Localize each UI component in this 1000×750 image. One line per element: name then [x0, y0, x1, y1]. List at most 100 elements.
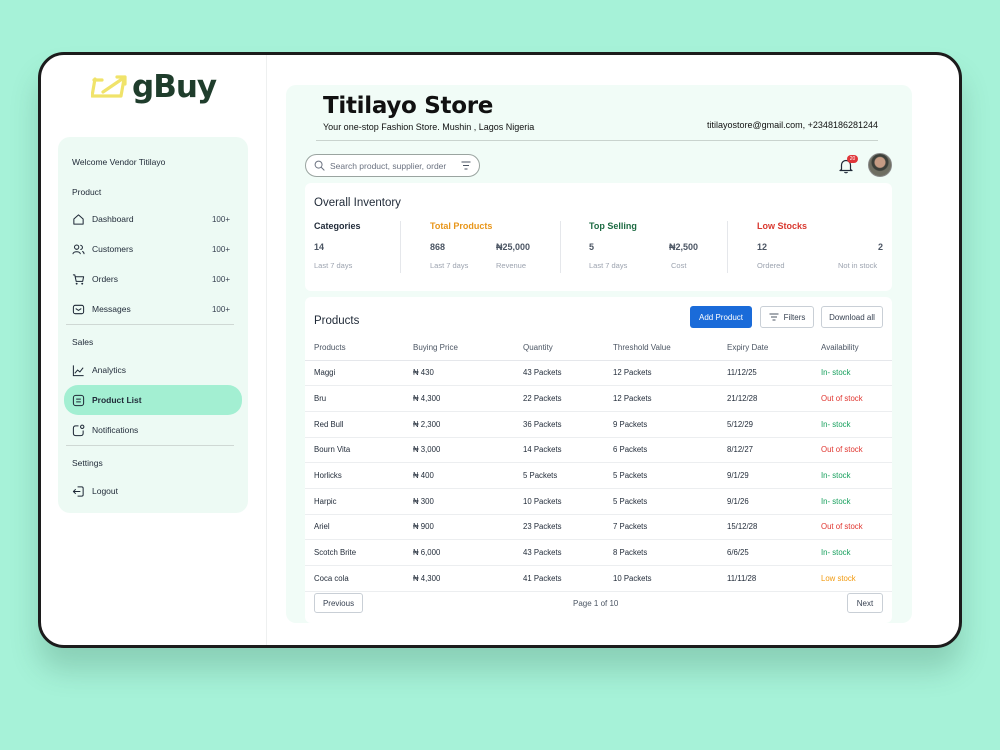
- availability-cell: Out of stock: [821, 385, 892, 412]
- sidebar-item-logout[interactable]: Logout: [64, 477, 242, 505]
- sidebar-item-label: Dashboard: [92, 214, 134, 224]
- download-all-button[interactable]: Download all: [821, 306, 883, 328]
- nav-divider: [66, 445, 234, 446]
- app-window: gBuy Welcome Vendor Titilayo Product Das…: [38, 52, 962, 648]
- filters-button[interactable]: Filters: [760, 306, 814, 328]
- buying-price-cell: ₦ 4,300: [413, 385, 515, 412]
- buying-price-cell: ₦ 4,300: [413, 565, 515, 592]
- table-row[interactable]: Red Bull ₦ 2,300 36 Packets 9 Packets 5/12/2…: [305, 411, 892, 438]
- filter-icon: [769, 313, 779, 321]
- sidebar-item-label: Notifications: [92, 425, 139, 435]
- table-row[interactable]: Harpic ₦ 300 10 Packets 5 Packets 9/1/26 In- …: [305, 488, 892, 515]
- buying-price-cell: ₦ 6,000: [413, 539, 515, 566]
- search-icon: [314, 160, 325, 171]
- inventory-card: Overall Inventory Categories 14 Last 7 d…: [305, 183, 892, 291]
- stat-sub-secondary: Revenue: [496, 261, 527, 270]
- buying-price-cell: ₦ 300: [413, 488, 515, 515]
- expiry-date-cell: 11/12/25: [727, 360, 821, 387]
- table-row[interactable]: Bru ₦ 4,300 22 Packets 12 Packets 21/12/28 Ou…: [305, 385, 892, 412]
- sidebar-item-customers[interactable]: Customers 100+: [64, 235, 242, 263]
- threshold-cell: 12 Packets: [613, 385, 727, 412]
- add-product-button[interactable]: Add Product: [690, 306, 752, 328]
- section-sales-label: Sales: [72, 337, 94, 347]
- search-placeholder: Search product, supplier, order: [330, 160, 447, 171]
- table-row[interactable]: Coca cola ₦ 4,300 41 Packets 10 Packets 11/1…: [305, 565, 892, 592]
- avatar[interactable]: [868, 153, 892, 177]
- stat-sub: Last 7 days: [314, 261, 353, 270]
- sidebar-item-product-list[interactable]: Product List: [64, 385, 242, 415]
- sidebar-item-orders[interactable]: Orders 100+: [64, 265, 242, 293]
- sidebar-item-count: 100+: [211, 274, 230, 284]
- stat-sub-secondary: Cost: [671, 261, 687, 270]
- quantity-cell: 14 Packets: [515, 437, 613, 464]
- main-content: Titilayo Store Your one-stop Fashion Sto…: [286, 85, 912, 623]
- store-contact: titilayostore@gmail.com, +2348186281244: [707, 120, 878, 130]
- product-name-cell: Scotch Brite: [305, 539, 413, 566]
- sidebar-item-notifications[interactable]: Notifications: [64, 416, 242, 444]
- welcome-text: Welcome Vendor Titilayo: [72, 157, 166, 167]
- column-header-quantity[interactable]: Quantity: [515, 335, 613, 361]
- buying-price-cell: ₦ 3,000: [413, 437, 515, 464]
- expiry-date-cell: 8/12/27: [727, 437, 821, 464]
- products-table: Products Buying Price Quantity Threshold…: [305, 335, 892, 592]
- filter-icon[interactable]: [461, 161, 471, 170]
- expiry-date-cell: 21/12/28: [727, 385, 821, 412]
- availability-cell: In- stock: [821, 462, 892, 489]
- sidebar-item-messages[interactable]: Messages 100+: [64, 295, 242, 323]
- stat-value: 868: [430, 242, 446, 252]
- cart-icon: [72, 273, 85, 286]
- inventory-total-products: Total Products 868 ₦25,000 Last 7 days R…: [430, 221, 550, 273]
- column-header-buying-price[interactable]: Buying Price: [413, 335, 515, 361]
- stat-sub: Ordered: [757, 261, 785, 270]
- expiry-date-cell: 9/1/26: [727, 488, 821, 515]
- sidebar-item-count: 100+: [211, 244, 230, 254]
- stat-divider: [400, 221, 401, 273]
- buying-price-cell: ₦ 900: [413, 514, 515, 541]
- search-input[interactable]: Search product, supplier, order: [305, 154, 480, 177]
- column-header-products[interactable]: Products: [305, 335, 413, 361]
- expiry-date-cell: 9/1/29: [727, 462, 821, 489]
- products-card: Products Add Product Filters Download al…: [305, 297, 892, 623]
- sidebar-item-label: Logout: [92, 486, 118, 496]
- logout-icon: [72, 485, 85, 498]
- table-row[interactable]: Scotch Brite ₦ 6,000 43 Packets 8 Packets 6/…: [305, 539, 892, 566]
- availability-cell: In- stock: [821, 411, 892, 438]
- table-row[interactable]: Ariel ₦ 900 23 Packets 7 Packets 15/12/28 Out…: [305, 514, 892, 541]
- threshold-cell: 5 Packets: [613, 488, 727, 515]
- stat-divider: [727, 221, 728, 273]
- message-icon: [72, 303, 85, 316]
- quantity-cell: 23 Packets: [515, 514, 613, 541]
- products-title: Products: [314, 315, 360, 327]
- inventory-title: Overall Inventory: [314, 197, 401, 209]
- expiry-date-cell: 11/11/28: [727, 565, 821, 592]
- sidebar: gBuy Welcome Vendor Titilayo Product Das…: [41, 55, 267, 645]
- next-page-button[interactable]: Next: [847, 593, 883, 613]
- previous-page-button[interactable]: Previous: [314, 593, 363, 613]
- column-header-expiry[interactable]: Expiry Date: [727, 335, 821, 361]
- quantity-cell: 41 Packets: [515, 565, 613, 592]
- notification-bell-button[interactable]: 20: [837, 155, 858, 175]
- buying-price-cell: ₦ 2,300: [413, 411, 515, 438]
- expiry-date-cell: 6/6/25: [727, 539, 821, 566]
- buying-price-cell: ₦ 400: [413, 462, 515, 489]
- sidebar-item-analytics[interactable]: Analytics: [64, 356, 242, 384]
- arrow-logo-icon: [91, 75, 127, 98]
- threshold-cell: 12 Packets: [613, 360, 727, 387]
- column-header-availability[interactable]: Availability: [821, 335, 892, 361]
- nav-divider: [66, 324, 234, 325]
- product-name-cell: Red Bull: [305, 411, 413, 438]
- header-divider: [316, 140, 878, 141]
- table-row[interactable]: Bourn Vita ₦ 3,000 14 Packets 6 Packets 8/12…: [305, 437, 892, 464]
- table-row[interactable]: Maggi ₦ 430 43 Packets 12 Packets 11/12/25 In…: [305, 360, 892, 387]
- sidebar-item-dashboard[interactable]: Dashboard 100+: [64, 205, 242, 233]
- threshold-cell: 8 Packets: [613, 539, 727, 566]
- column-header-threshold[interactable]: Threshold Value: [613, 335, 727, 361]
- quantity-cell: 5 Packets: [515, 462, 613, 489]
- users-icon: [72, 243, 85, 256]
- table-row[interactable]: Horlicks ₦ 400 5 Packets 5 Packets 9/1/29 In-…: [305, 462, 892, 489]
- brand-logo[interactable]: gBuy: [91, 69, 217, 105]
- availability-cell: In- stock: [821, 539, 892, 566]
- threshold-cell: 10 Packets: [613, 565, 727, 592]
- sidebar-item-count: 100+: [211, 304, 230, 314]
- quantity-cell: 43 Packets: [515, 539, 613, 566]
